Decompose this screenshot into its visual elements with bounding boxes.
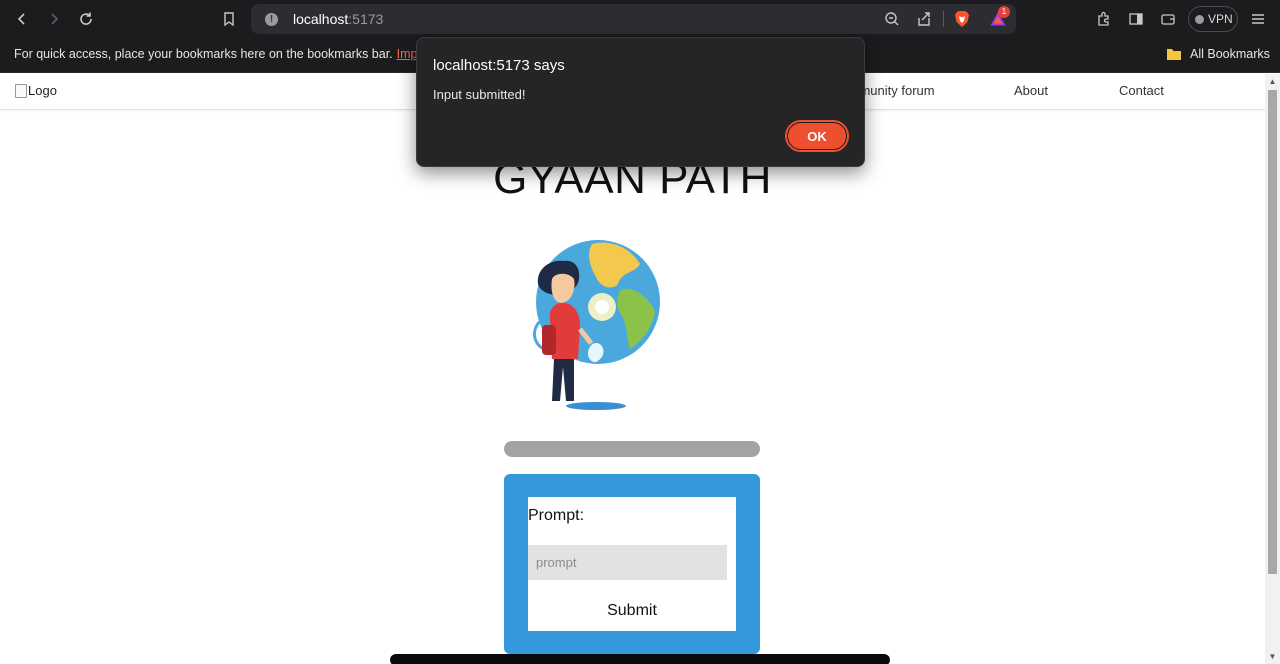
browser-toolbar: ! localhost:5173 1 VPN bbox=[0, 0, 1280, 38]
menu-icon[interactable] bbox=[1248, 9, 1268, 29]
alert-message: Input submitted! bbox=[433, 87, 526, 102]
alert-dialog: localhost:5173 says Input submitted! OK bbox=[416, 37, 865, 167]
vpn-button[interactable]: VPN bbox=[1188, 6, 1238, 32]
prompt-form: Prompt: Submit bbox=[528, 497, 736, 631]
back-icon[interactable] bbox=[12, 9, 32, 29]
rewards-badge: 1 bbox=[998, 6, 1010, 18]
brave-shields-icon[interactable] bbox=[954, 10, 970, 28]
forward-icon[interactable] bbox=[44, 9, 64, 29]
hero-illustration bbox=[532, 240, 660, 410]
scrollbar-thumb[interactable] bbox=[1268, 90, 1277, 574]
address-bar[interactable]: ! localhost:5173 1 bbox=[251, 4, 1016, 34]
url-text[interactable]: localhost:5173 bbox=[293, 11, 383, 27]
alert-title: localhost:5173 says bbox=[433, 57, 565, 74]
nav-about[interactable]: About bbox=[1014, 83, 1048, 98]
wallet-icon[interactable] bbox=[1158, 9, 1178, 29]
broken-image-icon bbox=[15, 83, 27, 98]
bookmarks-hint: For quick access, place your bookmarks h… bbox=[14, 47, 433, 61]
page-scrollbar[interactable]: ▲ ▼ bbox=[1265, 74, 1280, 664]
nav-contact[interactable]: Contact bbox=[1119, 83, 1164, 98]
reload-icon[interactable] bbox=[76, 9, 96, 29]
site-logo[interactable]: Logo bbox=[15, 83, 57, 98]
prompt-label: Prompt: bbox=[528, 507, 585, 524]
prompt-form-card: Prompt: Submit bbox=[504, 474, 760, 654]
zoom-icon[interactable] bbox=[884, 11, 900, 27]
all-bookmarks-button[interactable]: All Bookmarks bbox=[1190, 47, 1270, 61]
vpn-status-icon bbox=[1195, 14, 1204, 24]
site-info-icon[interactable]: ! bbox=[265, 13, 278, 26]
sidebar-icon[interactable] bbox=[1126, 9, 1146, 29]
submit-button[interactable]: Submit bbox=[528, 593, 736, 628]
bottom-bar bbox=[390, 654, 890, 664]
progress-bar bbox=[504, 441, 760, 457]
folder-icon bbox=[1167, 49, 1181, 60]
vpn-label: VPN bbox=[1208, 12, 1233, 26]
bookmark-icon[interactable] bbox=[219, 9, 239, 29]
scroll-down-icon[interactable]: ▼ bbox=[1268, 652, 1277, 661]
share-icon[interactable] bbox=[916, 11, 932, 27]
extensions-icon[interactable] bbox=[1094, 9, 1114, 29]
prompt-input[interactable] bbox=[528, 545, 727, 580]
scroll-up-icon[interactable]: ▲ bbox=[1268, 77, 1277, 86]
alert-ok-button[interactable]: OK bbox=[785, 120, 849, 152]
separator bbox=[943, 11, 944, 27]
